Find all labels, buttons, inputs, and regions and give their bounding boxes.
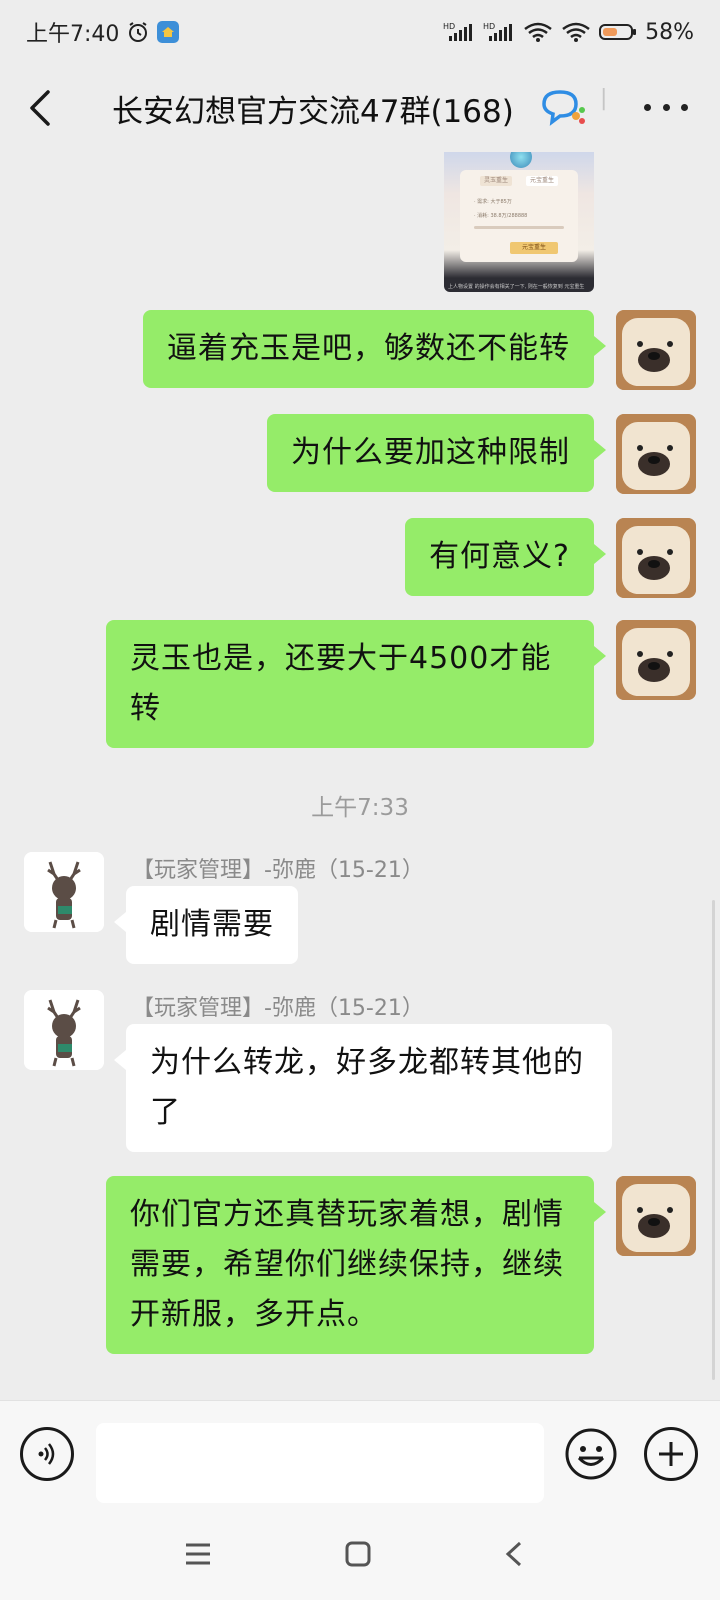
status-right: HD HD 58% [443, 20, 694, 45]
wifi-icon-2 [561, 21, 591, 43]
input-bar [0, 1400, 720, 1510]
message-bubble-other[interactable]: 为什么转龙，好多龙都转其他的了 [114, 1024, 612, 1152]
plus-icon [659, 1442, 683, 1466]
image-footer: 上人物设置 的操作会有相关了一下, 则在一般恢复到 元宝重生 [448, 284, 585, 290]
bread-dog-avatar-icon [616, 310, 696, 390]
status-left: 上午7:40 [26, 16, 180, 48]
image-tab-2: 元宝重生 [526, 176, 559, 186]
bread-dog-avatar-icon [616, 620, 696, 700]
timestamp: 上午7:33 [311, 795, 409, 821]
scrollbar[interactable] [712, 900, 715, 1380]
sender-name: 【玩家管理】-弥鹿（15-21） [132, 996, 424, 1021]
image-orb [510, 152, 532, 168]
message-bubble-me[interactable]: 为什么要加这种限制 [267, 414, 606, 492]
menu-icon [186, 1543, 210, 1565]
plus-button[interactable] [644, 1427, 698, 1481]
image-gold-button: 元宝重生 [510, 242, 558, 254]
status-bar: 上午7:40 HD HD 58% [0, 0, 720, 64]
hd-label: HD [443, 22, 455, 31]
bread-dog-avatar-icon [616, 414, 696, 494]
image-line-1: · 需求: 大于85万 [474, 199, 512, 205]
message-bubble-me[interactable]: 逼着充玉是吧，够数还不能转 [143, 310, 606, 388]
my-avatar[interactable] [616, 620, 696, 700]
image-progress [474, 226, 564, 229]
signal-hd-icon: HD [443, 21, 475, 43]
hd-label-2: HD [483, 22, 495, 31]
sender-avatar[interactable] [24, 852, 104, 932]
my-avatar[interactable] [616, 518, 696, 598]
chat-title: 长安幻想官方交流47群(168) [112, 94, 514, 130]
home-button[interactable] [340, 1536, 376, 1572]
nav-back-icon [505, 1541, 522, 1567]
alarm-icon [127, 21, 149, 43]
nav-back-button[interactable] [496, 1536, 532, 1572]
more-icon-dot [644, 103, 651, 111]
app-notification-icon [157, 21, 180, 43]
bread-dog-avatar-icon [616, 518, 696, 598]
voice-icon [38, 1443, 55, 1465]
emoji-button[interactable] [564, 1427, 618, 1481]
signal-hd-icon-2: HD [483, 21, 515, 43]
chat-messages[interactable]: 灵玉重生 元宝重生 · 需求: 大于85万 · 消耗: 38.8万/288888… [0, 152, 720, 1400]
group-chat-icon [540, 88, 588, 132]
bread-dog-avatar-icon [616, 1176, 696, 1256]
voice-button[interactable] [20, 1427, 74, 1481]
image-panel: 灵玉重生 元宝重生 · 需求: 大于85万 · 消耗: 38.8万/288888… [460, 170, 578, 262]
more-button[interactable] [644, 92, 688, 122]
image-tab-1: 灵玉重生 [480, 176, 513, 186]
deer-avatar-icon [24, 990, 104, 1070]
message-input[interactable] [96, 1423, 544, 1503]
chat-header: 长安幻想官方交流47群(168) | [0, 64, 720, 152]
more-icon-dot [662, 103, 670, 111]
home-icon [345, 1541, 371, 1567]
image-message[interactable]: 灵玉重生 元宝重生 · 需求: 大于85万 · 消耗: 38.8万/288888… [444, 152, 594, 292]
my-avatar[interactable] [616, 310, 696, 390]
message-bubble-me[interactable]: 有何意义? [405, 518, 606, 596]
battery-percent: 58% [645, 19, 694, 45]
my-avatar[interactable] [616, 1176, 696, 1256]
sender-avatar[interactable] [24, 990, 104, 1070]
deer-avatar-icon [24, 852, 104, 932]
more-icon-dot [681, 103, 688, 111]
message-bubble-me[interactable]: 你们官方还真替玩家着想，剧情需要，希望你们继续保持，继续开新服，多开点。 [106, 1176, 606, 1354]
my-avatar[interactable] [616, 414, 696, 494]
emoji-icon [565, 1428, 617, 1480]
back-button[interactable] [22, 88, 62, 128]
title-overflow-mark: | [600, 86, 608, 111]
sender-name: 【玩家管理】-弥鹿（15-21） [132, 858, 424, 883]
status-time: 上午7:40 [26, 22, 120, 47]
system-nav-bar [0, 1510, 720, 1600]
message-bubble-other[interactable]: 剧情需要 [114, 886, 298, 964]
message-bubble-me[interactable]: 灵玉也是，还要大于4500才能转 [106, 620, 606, 748]
battery-icon [599, 21, 637, 43]
image-line-2: · 消耗: 38.8万/288888 [474, 213, 528, 219]
back-icon [30, 90, 50, 126]
menu-button[interactable] [180, 1536, 216, 1572]
wifi-icon [523, 21, 553, 43]
